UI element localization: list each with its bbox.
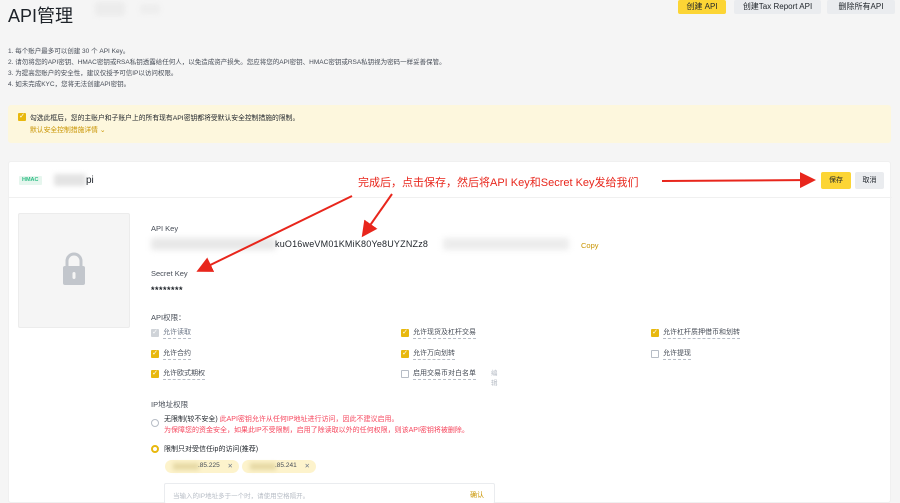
ip-access-label: IP地址权限 xyxy=(151,400,189,409)
cancel-button[interactable]: 取消 xyxy=(855,172,884,189)
page-title: API管理 xyxy=(8,6,74,26)
checkbox[interactable]: ✓ xyxy=(401,350,409,358)
checkbox[interactable] xyxy=(651,350,659,358)
checkbox[interactable]: ✓ xyxy=(151,329,159,337)
ip-input-placeholder: 当输入的IP地址多于一个时，请使用空格隔开。 xyxy=(173,493,310,500)
api-management-page: API管理 创建 API 创建Tax Report API 删除所有API 1.… xyxy=(0,0,900,503)
permissions-label: API权限： xyxy=(151,313,186,322)
permission-label: 允许合约 xyxy=(163,349,191,360)
note-item: 3. 为提高您账户的安全性，建议仅授予可信IP以访问权限。 xyxy=(8,70,178,77)
default-security-notice: ✓ 勾选此框后，您的主账户和子账户上的所有现有API密钥都将受默认安全控制措施的… xyxy=(8,105,891,143)
secret-key-label: Secret Key xyxy=(151,269,188,278)
permission-label: 允许万向划转 xyxy=(413,349,455,360)
ip-unrestricted-warning-detail: 为保障您的资金安全，如果此IP不受限制，启用了除读取以外的任何权限，则该API密… xyxy=(164,427,469,434)
permission-label: 启用交易币对白名单 xyxy=(413,369,476,380)
blurred-tab xyxy=(140,4,160,14)
ip-tag: .85.225 ✕ xyxy=(165,460,239,473)
notes-list: 1. 每个账户最多可以创建 30 个 API Key。 2. 请勿将您的API密… xyxy=(8,46,628,90)
instruction-annotation: 完成后，点击保存，然后将API Key和Secret Key发给我们 xyxy=(358,177,639,189)
secret-key-value: ******** xyxy=(151,285,184,295)
create-api-button[interactable]: 创建 API xyxy=(678,0,726,14)
ip-unrestricted-option[interactable]: 无限制(较不安全) 此API密钥允许从任何IP地址进行访问，因此不建议启用。 xyxy=(164,414,399,424)
checkbox[interactable]: ✓ xyxy=(651,329,659,337)
api-key-masked-part xyxy=(151,238,276,250)
api-key-label: API Key xyxy=(151,224,179,233)
checkbox[interactable]: ✓ xyxy=(151,350,159,358)
ip-unrestricted-warning: 此API密钥允许从任何IP地址进行访问，因此不建议启用。 xyxy=(219,416,399,423)
default-security-text: 勾选此框后，您的主账户和子账户上的所有现有API密钥都将受默认安全控制措施的限制… xyxy=(30,115,300,122)
api-key-card: HMAC pi 保存 取消 API Key kuO16weVM01KMiK80Y… xyxy=(8,161,892,503)
ip-tag-value: .85.225 xyxy=(198,462,220,469)
permission-label: 允许欧式期权 xyxy=(163,369,205,380)
ip-restricted-radio[interactable] xyxy=(151,445,159,453)
api-key-value: kuO16weVM01KMiK80Ye8UYZNZz8 xyxy=(275,239,429,249)
qr-code-placeholder xyxy=(18,213,130,328)
ip-confirm-button[interactable]: 确认 xyxy=(470,490,484,500)
lock-icon xyxy=(63,252,85,285)
permission-label: 允许读取 xyxy=(163,328,191,339)
api-name: pi xyxy=(86,175,94,186)
checkbox[interactable]: ✓ xyxy=(401,329,409,337)
remove-ip-icon[interactable]: ✕ xyxy=(305,462,310,470)
remove-ip-icon[interactable]: ✕ xyxy=(228,462,233,470)
ip-tag-value: .85.241 xyxy=(275,462,297,469)
checkbox[interactable] xyxy=(401,370,409,378)
default-security-checkbox[interactable]: ✓ xyxy=(18,113,26,121)
permission-label: 允许杠杆质押借币和划转 xyxy=(663,328,740,339)
hmac-badge: HMAC xyxy=(19,176,42,185)
ip-masked-part xyxy=(250,463,276,470)
create-tax-report-api-button[interactable]: 创建Tax Report API xyxy=(734,0,821,14)
ip-unrestricted-label: 无限制(较不安全) xyxy=(164,416,218,423)
permission-label: 允许现货及杠杆交易 xyxy=(413,328,476,339)
ip-restricted-label[interactable]: 限制只对受信任ip的访问(推荐) xyxy=(164,444,258,454)
edit-whitelist-link[interactable]: 编辑 xyxy=(491,369,498,389)
api-key-masked-part xyxy=(443,238,569,250)
page-header: API管理 创建 API 创建Tax Report API 删除所有API xyxy=(0,0,900,36)
ip-tag: .85.241 ✕ xyxy=(242,460,316,473)
blurred-api-name xyxy=(54,174,86,186)
ip-masked-part xyxy=(173,463,199,470)
note-item: 4. 如未完成KYC，您将无法创建API密钥。 xyxy=(8,81,131,88)
default-security-details-link[interactable]: 默认安全控制措施详情 ⌄ xyxy=(30,124,106,134)
ip-unrestricted-radio[interactable] xyxy=(151,419,159,427)
note-item: 1. 每个账户最多可以创建 30 个 API Key。 xyxy=(8,48,130,55)
checkbox[interactable]: ✓ xyxy=(151,370,159,378)
permission-label: 允许提现 xyxy=(663,349,691,360)
note-item: 2. 请勿将您的API密钥、HMAC密钥或RSA私钥透露给任何人，以免造成资产损… xyxy=(8,59,446,66)
blurred-tab xyxy=(95,2,125,16)
delete-all-api-button[interactable]: 删除所有API xyxy=(827,0,895,14)
save-button[interactable]: 保存 xyxy=(821,172,851,189)
ip-address-input[interactable]: 当输入的IP地址多于一个时，请使用空格隔开。 确认 xyxy=(164,483,495,503)
copy-button[interactable]: Copy xyxy=(581,241,599,250)
